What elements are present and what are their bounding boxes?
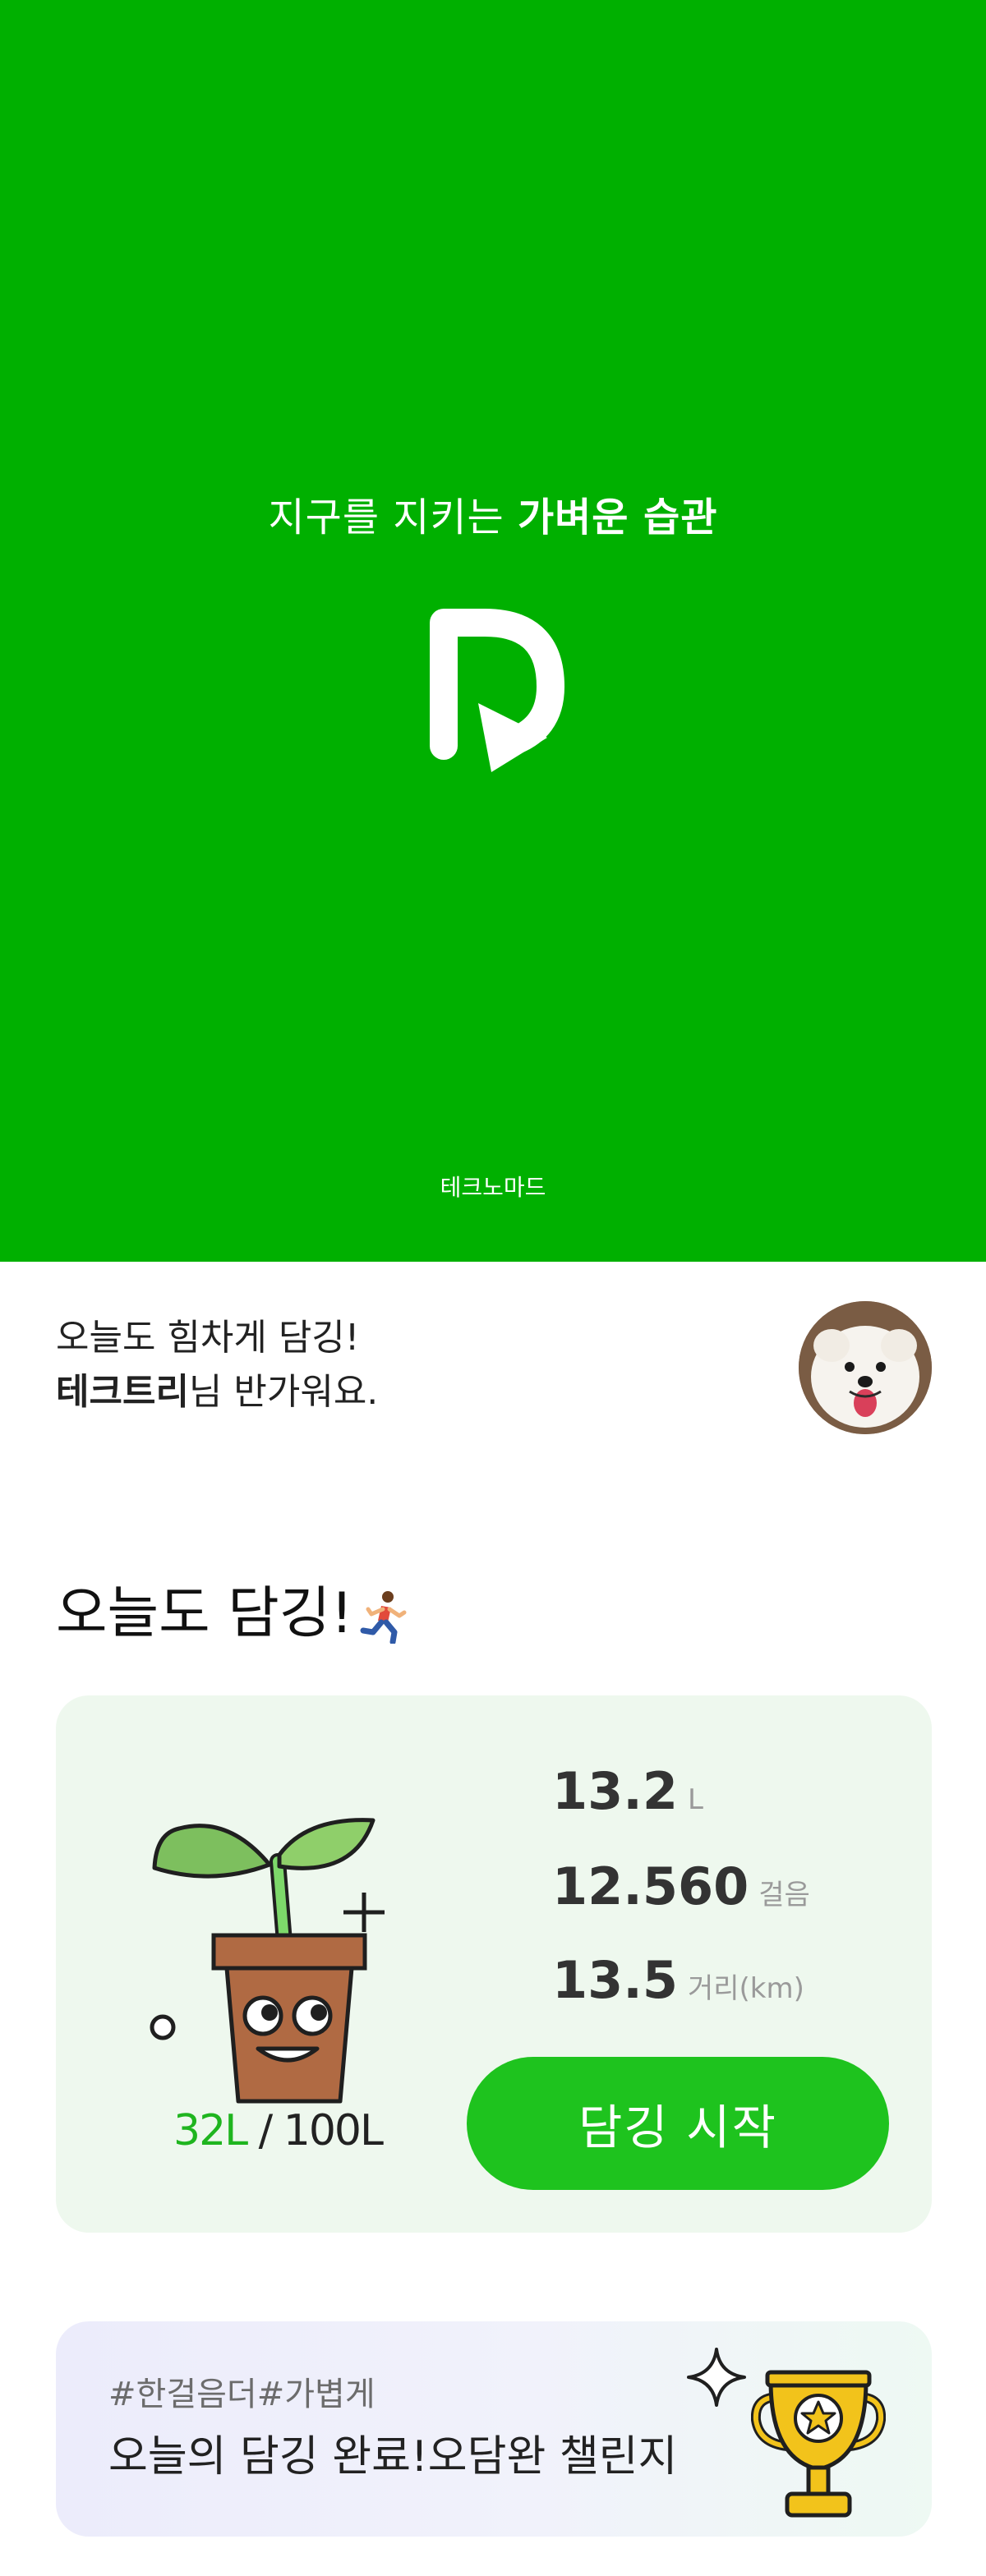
start-plogging-button[interactable]: 담깅 시작 bbox=[467, 2057, 889, 2190]
section-title-text: 오늘도 담깅! bbox=[56, 1581, 353, 1646]
tagline-bold: 가벼운 습관 bbox=[517, 494, 718, 540]
greeting-line2: 테크트리님 반가워요. bbox=[56, 1365, 378, 1419]
avatar[interactable] bbox=[799, 1301, 932, 1434]
stat-unit: 거리(km) bbox=[687, 1972, 804, 2005]
greeting-suffix: 님 반가워요. bbox=[188, 1371, 379, 1413]
progress-current: 32L bbox=[173, 2106, 248, 2155]
stat-value: 13.2 bbox=[552, 1761, 678, 1821]
sparkle-icon bbox=[687, 2348, 746, 2407]
challenge-banner[interactable]: #한걸음더#가볍게 오늘의 담깅 완료!오담완 챌린지 bbox=[56, 2321, 932, 2537]
greeting-line1: 오늘도 힘차게 담깅! bbox=[56, 1317, 360, 1359]
stat-volume: 13.2 L bbox=[552, 1761, 703, 1821]
challenge-tags: #한걸음더#가볍게 bbox=[108, 2376, 376, 2413]
company-name: 테크노마드 bbox=[440, 1174, 546, 1201]
stat-value: 13.5 bbox=[552, 1950, 678, 2010]
user-name: 테크트리 bbox=[56, 1371, 189, 1413]
progress-separator: / bbox=[246, 2106, 283, 2155]
stat-steps: 12.560 걸음 bbox=[552, 1856, 810, 1916]
challenge-title: 오늘의 담깅 완료!오담완 챌린지 bbox=[108, 2432, 678, 2482]
stat-distance: 13.5 거리(km) bbox=[552, 1950, 804, 2010]
splash-tagline: 지구를 지키는 가벼운 습관 bbox=[0, 485, 986, 542]
plant-pot-illustration bbox=[150, 1818, 385, 2104]
plogging-logo-icon bbox=[430, 609, 564, 772]
tagline-regular: 지구를 지키는 bbox=[268, 494, 518, 540]
stat-unit: L bbox=[687, 1783, 703, 1816]
stat-value: 12.560 bbox=[552, 1856, 749, 1916]
capacity-progress: 32L / 100L bbox=[56, 2106, 500, 2155]
stat-unit: 걸음 bbox=[758, 1879, 810, 1911]
stats-card: 32L / 100L 13.2 L 12.560 걸음 13.5 거리(km) 담깅 … bbox=[56, 1695, 932, 2233]
dog-avatar-image bbox=[799, 1301, 932, 1434]
greeting: 오늘도 힘차게 담깅! 테크트리님 반가워요. bbox=[56, 1311, 378, 1419]
running-person-icon bbox=[360, 1591, 407, 1644]
trophy-icon bbox=[751, 2370, 886, 2518]
section-title: 오늘도 담깅! bbox=[56, 1567, 411, 1649]
progress-total: 100L bbox=[283, 2106, 384, 2155]
splash-banner: 지구를 지키는 가벼운 습관 테크노마드 bbox=[0, 0, 986, 1262]
